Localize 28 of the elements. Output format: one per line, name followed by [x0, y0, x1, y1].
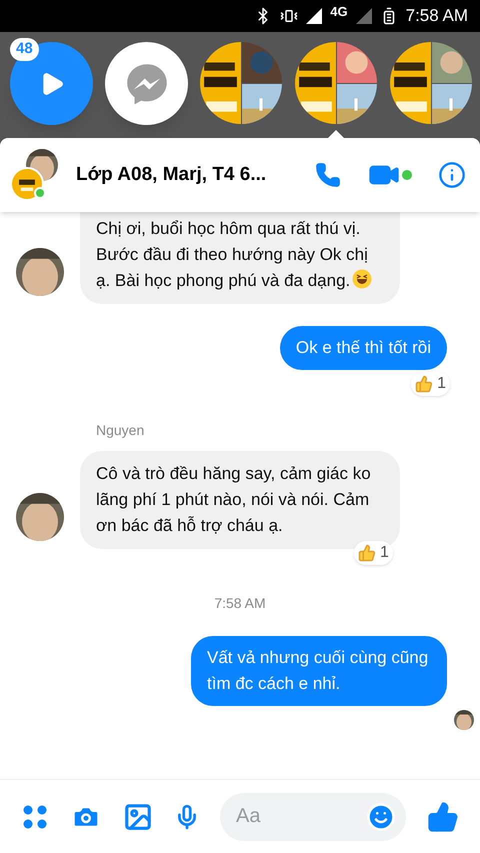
unread-badge: 48 — [10, 38, 39, 60]
reaction-badge: 1 — [411, 372, 450, 396]
thumbs-up-icon — [415, 375, 434, 393]
group-chat-head[interactable] — [390, 42, 472, 124]
four-dots-icon — [23, 804, 47, 828]
message-field[interactable]: Aa — [220, 792, 406, 840]
text-input[interactable]: Aa — [236, 792, 366, 840]
info-icon — [438, 161, 466, 189]
signal-icon — [356, 8, 372, 24]
outgoing-message: Ok e thế thì tốt rồi — [280, 326, 447, 370]
network-label: 4G — [330, 3, 348, 22]
signal-icon — [306, 8, 322, 24]
thumbs-up-icon — [358, 544, 376, 562]
phone-icon — [315, 162, 341, 188]
clock: 7:58 AM — [406, 5, 468, 28]
group-chat-head[interactable] — [200, 42, 282, 124]
incoming-message: Chị ơi, buổi học hôm qua rất thú vị. Bước đầu đi theo hướng này Ok chị ạ. Bài học phong phú và đa dạng. — [80, 212, 400, 304]
thumbs-up-icon — [427, 800, 459, 832]
emoji-icon[interactable] — [366, 802, 396, 832]
vibrate-icon — [280, 7, 298, 25]
outgoing-message: Vất vả nhưng cuối cùng cũng tìm đc cách e nhỉ. — [191, 636, 447, 706]
conversation-title: Lớp A08, Marj, T4 6... — [76, 162, 266, 187]
messenger-icon — [124, 62, 168, 106]
timestamp: 7:58 AM — [214, 594, 266, 613]
sender-name: Nguyen — [96, 421, 146, 440]
image-icon — [123, 802, 153, 832]
group-chat-head[interactable] — [295, 42, 377, 124]
like-button[interactable] — [426, 800, 460, 834]
